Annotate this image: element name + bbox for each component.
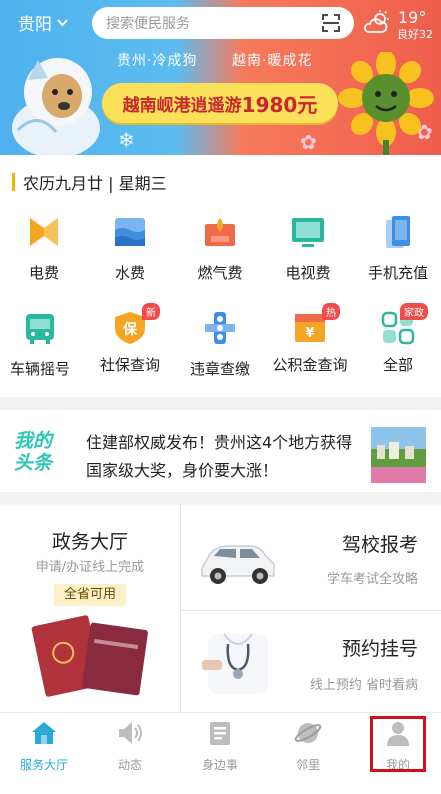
partly-cloudy-icon <box>364 10 389 33</box>
service-vehicle-lottery[interactable]: 车辆摇号 <box>0 310 84 379</box>
logo-line-1: 我的 <box>14 430 53 452</box>
date-line: 农历九月廿 | 星期三 <box>12 170 167 194</box>
air-quality: 良好32 <box>397 28 433 41</box>
service-electricity[interactable]: 电费 <box>0 214 88 283</box>
promo-left-caption: 贵州·冷成狗 <box>117 53 198 69</box>
card-title: 驾校报考 <box>341 534 418 556</box>
hot-badge: 热 <box>322 303 340 320</box>
note-icon <box>210 722 230 745</box>
service-label: 违章查缴 <box>189 360 250 378</box>
car-illustration <box>201 545 275 584</box>
tab-label: 身边事 <box>201 758 238 772</box>
gas-icon <box>205 218 235 246</box>
service-label: 车辆摇号 <box>9 360 70 378</box>
promo-price: 1980元 <box>241 92 318 117</box>
divider <box>180 610 441 611</box>
svg-text:保: 保 <box>122 321 138 338</box>
date-text: 农历九月廿 | 星期三 <box>23 174 167 193</box>
search-placeholder: 搜索便民服务 <box>106 16 190 32</box>
service-icon-wrap: 家政 <box>380 303 428 346</box>
speaker-icon <box>119 722 142 744</box>
home-icon <box>32 722 56 744</box>
chevron-down-icon <box>57 19 68 27</box>
service-gas[interactable]: 燃气费 <box>176 214 264 283</box>
housekeeping-badge: 家政 <box>400 303 428 320</box>
divider <box>180 505 181 712</box>
date-accent-bar <box>12 173 15 191</box>
tab-updates[interactable]: 动态 <box>86 719 174 773</box>
weather-widget[interactable]: 19° 良好32 <box>364 6 441 42</box>
service-housing-fund[interactable]: ¥ 热 公积金查询 <box>266 303 354 375</box>
bus-icon <box>26 314 54 344</box>
tab-nearby[interactable]: 身边事 <box>176 719 264 773</box>
service-label: 社保查询 <box>99 356 160 374</box>
service-label: 电费 <box>28 264 59 282</box>
service-label: 手机充值 <box>367 264 428 282</box>
scan-icon[interactable] <box>322 14 340 32</box>
service-all[interactable]: 家政 全部 <box>354 303 441 375</box>
dog-illustration <box>12 58 100 155</box>
service-label: 全部 <box>382 356 413 374</box>
service-label: 水费 <box>114 264 145 282</box>
city-name: 贵阳 <box>18 15 52 35</box>
electricity-icon <box>30 218 58 246</box>
city-selector[interactable]: 贵阳 <box>18 10 69 35</box>
service-label: 燃气费 <box>197 264 243 282</box>
new-badge: 新 <box>142 303 160 320</box>
news-headline[interactable]: 住建部权威发布！贵州这4个地方获得国家级大奖，身价要大涨！ <box>86 429 358 485</box>
tab-service-hall[interactable]: 服务大厅 <box>0 719 88 773</box>
card-tag: 全省可用 <box>54 584 126 606</box>
service-phone[interactable]: 手机充值 <box>354 214 441 283</box>
snowflake-icon: ❄ <box>118 128 135 152</box>
card-subtitle: 学车考试全攻略 <box>326 572 418 587</box>
doctor-illustration <box>202 633 268 694</box>
top-bar: 贵阳 搜索便民服务 19° 良好32 <box>0 0 441 46</box>
search-input[interactable]: 搜索便民服务 <box>92 7 354 39</box>
tab-neighbors[interactable]: 邻里 <box>264 719 352 773</box>
tab-label: 服务大厅 <box>19 758 68 772</box>
tab-highlight-box <box>370 716 426 772</box>
passport-illustration <box>31 615 148 697</box>
sunflower-illustration <box>338 52 434 155</box>
water-icon <box>115 218 145 246</box>
service-social-security[interactable]: 保 新 社保查询 <box>86 303 174 375</box>
service-water[interactable]: 水费 <box>86 214 174 283</box>
promo-right-caption: 越南·暖成花 <box>232 53 313 69</box>
card-title: 预约挂号 <box>341 638 418 660</box>
promo-headline: 越南岘港逍遥游 1980元 <box>102 83 338 123</box>
card-subtitle: 申请/办证线上完成 <box>35 560 145 575</box>
news-thumbnail[interactable] <box>371 427 426 483</box>
my-headlines-logo: 我的 头条 <box>14 430 74 476</box>
card-title: 政务大厅 <box>51 531 128 553</box>
traffic-light-icon <box>205 312 235 344</box>
tab-label: 动态 <box>117 758 142 772</box>
service-label: 电视费 <box>285 264 331 282</box>
card-subtitle: 线上预约 省时看病 <box>309 678 418 693</box>
planet-icon <box>294 723 322 743</box>
service-label: 公积金查询 <box>272 356 348 374</box>
service-icon-wrap: ¥ 热 <box>292 303 340 346</box>
temperature: 19° <box>398 8 427 27</box>
service-tv[interactable]: 电视费 <box>264 214 352 283</box>
logo-line-2: 头条 <box>14 452 53 474</box>
service-icon-wrap: 保 新 <box>112 303 160 346</box>
tv-icon <box>292 218 324 247</box>
service-violation[interactable]: 违章查缴 <box>176 310 264 379</box>
svg-text:¥: ¥ <box>305 326 314 341</box>
promo-headline-text: 越南岘港逍遥游 <box>122 95 242 116</box>
phone-icon <box>386 216 410 248</box>
tab-label: 邻里 <box>295 758 320 772</box>
flower-icon: ✿ <box>300 130 317 154</box>
